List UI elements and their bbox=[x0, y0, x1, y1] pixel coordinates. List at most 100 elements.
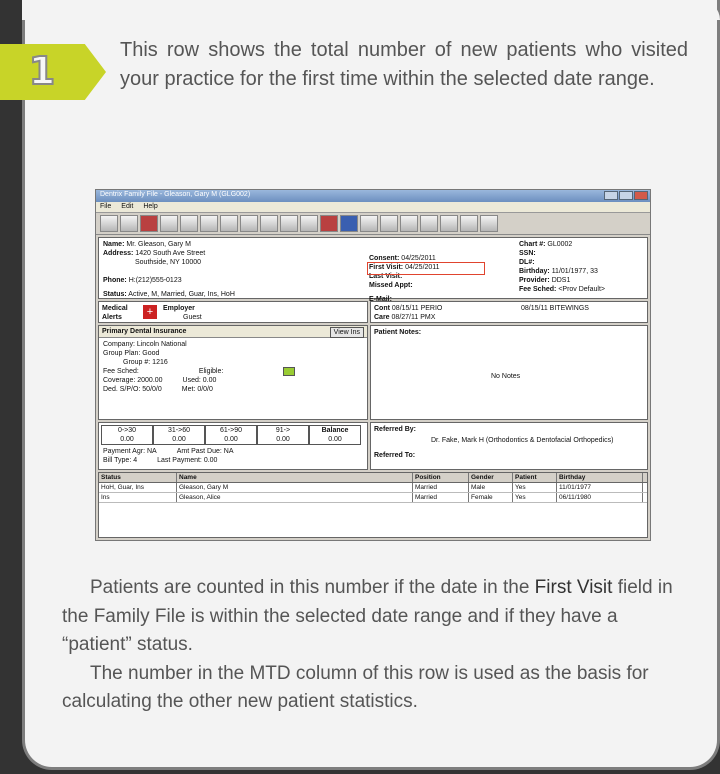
toolbar-icon bbox=[240, 215, 258, 232]
cell-name: Gleason, Gary M bbox=[177, 483, 413, 492]
cell-birthday: 06/11/1980 bbox=[557, 493, 643, 502]
recall-value-1: 08/15/11 PERIO bbox=[391, 305, 443, 312]
recall-value-2: 08/27/11 PMX bbox=[391, 314, 436, 321]
medical-alert-icon: + bbox=[143, 305, 157, 319]
cell-name: Gleason, Alice bbox=[177, 493, 413, 502]
aging-value-4: 0.00 bbox=[276, 436, 290, 443]
phone-label: Phone: bbox=[103, 277, 127, 284]
view-ins-button[interactable]: View Ins bbox=[329, 327, 364, 338]
toolbar-icon bbox=[400, 215, 418, 232]
eligible-checkbox bbox=[283, 367, 296, 376]
toolbar-icon bbox=[220, 215, 238, 232]
dl-label: DL#: bbox=[519, 259, 535, 266]
referred-by-value: Dr. Fake, Mark H (Orthodontics & Dentofa… bbox=[431, 437, 614, 444]
last-payment: Last Payment: 0.00 bbox=[157, 457, 218, 464]
step-number-tag: 1 bbox=[0, 44, 106, 100]
birthday-label: Birthday: bbox=[519, 268, 550, 275]
medical-alerts-label: Medical Alerts bbox=[102, 305, 128, 321]
cell-gender: Male bbox=[469, 483, 513, 492]
table-row[interactable]: HoH, Guar, Ins Gleason, Gary M Married M… bbox=[99, 483, 647, 493]
toolbar-icon bbox=[260, 215, 278, 232]
fee-sched-value: <Prov Default> bbox=[558, 286, 606, 293]
consent-label: Consent: bbox=[369, 255, 400, 262]
referred-section: Referred By: Dr. Fake, Mark H (Orthodont… bbox=[370, 422, 648, 470]
toolbar-icon bbox=[380, 215, 398, 232]
toolbar-icon bbox=[320, 215, 338, 232]
aging-header-balance: Balance bbox=[321, 427, 349, 434]
provider-label: Provider: bbox=[519, 277, 550, 284]
aging-value-3: 0.00 bbox=[224, 436, 238, 443]
col-gender: Gender bbox=[469, 473, 513, 482]
notes-title: Patient Notes: bbox=[374, 329, 422, 336]
aging-value-balance: 0.00 bbox=[328, 436, 342, 443]
notes-body: No Notes bbox=[491, 373, 521, 380]
col-status: Status bbox=[99, 473, 177, 482]
menu-edit: Edit bbox=[121, 203, 134, 210]
col-patient: Patient bbox=[513, 473, 557, 482]
recall-value-3: 08/15/11 BITEWINGS bbox=[521, 305, 589, 312]
aging-value-2: 0.00 bbox=[172, 436, 186, 443]
col-birthday: Birthday bbox=[557, 473, 643, 482]
close-icon bbox=[634, 191, 648, 200]
missed-appt-label: Missed Appt: bbox=[369, 282, 413, 289]
aging-header-3: 61->90 bbox=[220, 427, 242, 434]
cell-patient: Yes bbox=[513, 483, 557, 492]
status-label: Status: bbox=[103, 291, 127, 298]
consent-value: 04/25/2011 bbox=[401, 255, 436, 262]
name-value: Mr. Gleason, Gary M bbox=[126, 241, 191, 248]
menu-file: File bbox=[100, 203, 112, 210]
toolbar-icon bbox=[180, 215, 198, 232]
col-name: Name bbox=[177, 473, 413, 482]
insurance-title: Primary Dental Insurance bbox=[99, 326, 367, 338]
menu-bar: File Edit Help bbox=[96, 202, 650, 213]
aging-header-2: 31->60 bbox=[168, 427, 190, 434]
birthday-value: 11/01/1977, 33 bbox=[551, 268, 598, 275]
ins-group-num: Group #: 1216 bbox=[123, 359, 168, 366]
window-controls bbox=[604, 191, 648, 200]
toolbar-icon bbox=[160, 215, 178, 232]
cell-birthday: 11/01/1977 bbox=[557, 483, 643, 492]
toolbar-icon bbox=[480, 215, 498, 232]
toolbar-icon bbox=[440, 215, 458, 232]
patient-info-section: Name: Mr. Gleason, Gary M Address: 1420 … bbox=[98, 237, 648, 303]
referred-by-label: Referred By: bbox=[374, 426, 417, 433]
explanation-paragraph-2: The number in the MTD column of this row… bbox=[62, 662, 649, 713]
cell-patient: Yes bbox=[513, 493, 557, 502]
toolbar-icon bbox=[280, 215, 298, 232]
panel-top bbox=[22, 0, 720, 20]
cell-status: Ins bbox=[99, 493, 177, 502]
cell-status: HoH, Guar, Ins bbox=[99, 483, 177, 492]
window-title: Dentrix Family File - Gleason, Gary M (G… bbox=[100, 191, 251, 198]
first-visit-highlight bbox=[367, 262, 485, 275]
ins-company: Company: Lincoln National bbox=[103, 341, 187, 348]
ins-group-plan: Group Plan: Good bbox=[103, 350, 160, 357]
toolbar-icon bbox=[200, 215, 218, 232]
alerts-section: Medical Alerts + Employer Guest bbox=[98, 301, 368, 323]
chart-value: GL0002 bbox=[547, 241, 573, 248]
employer-value: Guest bbox=[183, 314, 202, 321]
col-position: Position bbox=[413, 473, 469, 482]
window-titlebar: Dentrix Family File - Gleason, Gary M (G… bbox=[96, 190, 650, 202]
explanation-text: Patients are counted in this number if t… bbox=[62, 574, 692, 717]
status-value: Active, M, Married, Guar, Ins, HoH bbox=[128, 291, 235, 298]
toolbar-icon bbox=[420, 215, 438, 232]
notes-section: Patient Notes: No Notes bbox=[370, 325, 648, 420]
phone-value: H:(212)555-0123 bbox=[128, 277, 182, 284]
explanation-paragraph-1: Patients are counted in this number if t… bbox=[62, 574, 692, 660]
cell-gender: Female bbox=[469, 493, 513, 502]
aging-section: 0->30 0.00 31->60 0.00 61->90 0.00 91-> 0.00… bbox=[98, 422, 368, 470]
toolbar bbox=[96, 213, 650, 235]
amt-past-due: Amt Past Due: NA bbox=[176, 448, 234, 455]
ins-ded: Ded. S/P/O: 50/0/0 bbox=[103, 386, 162, 393]
address-label: Address: bbox=[103, 250, 134, 257]
table-row[interactable]: Ins Gleason, Alice Married Female Yes 06… bbox=[99, 493, 647, 503]
provider-value: DDS1 bbox=[551, 277, 571, 284]
toolbar-icon bbox=[360, 215, 378, 232]
toolbar-icon bbox=[140, 215, 158, 232]
menu-help: Help bbox=[143, 203, 158, 210]
family-file-screenshot: Dentrix Family File - Gleason, Gary M (G… bbox=[95, 189, 651, 541]
toolbar-icon bbox=[460, 215, 478, 232]
recall-label-2: Care bbox=[374, 314, 390, 321]
employer-label: Employer bbox=[163, 305, 195, 312]
name-label: Name: bbox=[103, 241, 125, 248]
